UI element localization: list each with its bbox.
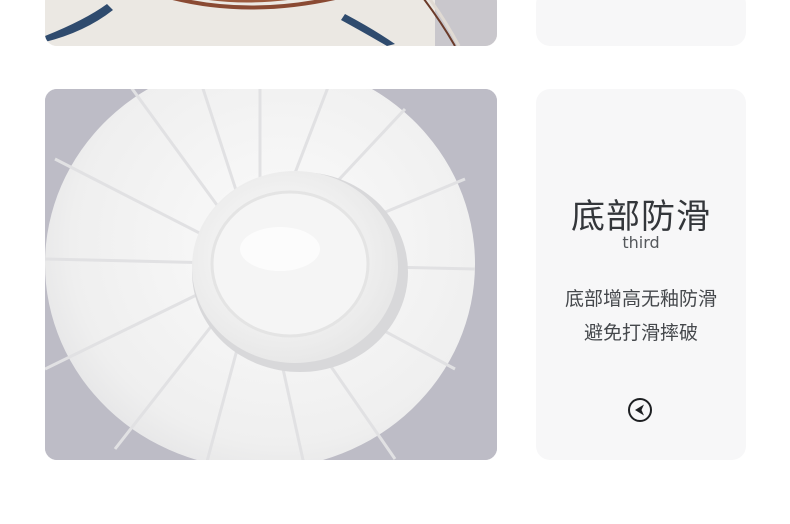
feature-description-line-2: 避免打滑摔破 (583, 322, 698, 344)
left-arrow-glyph (635, 404, 644, 416)
bowl-top-photo (45, 0, 497, 46)
top-text-card (536, 0, 746, 46)
bowl-top-illustration (45, 0, 497, 46)
feature-subtitle: third (622, 233, 660, 252)
bowl-bottom-photo (45, 89, 497, 460)
feature-title: 底部防滑 (571, 197, 711, 237)
feature-card: 底部防滑 third 底部增高无釉防滑 避免打滑摔破 (536, 89, 746, 460)
feature-description: 底部增高无釉防滑 避免打滑摔破 (536, 282, 746, 350)
left-arrow-circle-icon[interactable] (628, 398, 652, 422)
feature-description-line-1: 底部增高无釉防滑 (564, 288, 717, 310)
bowl-bottom-illustration (45, 89, 497, 460)
